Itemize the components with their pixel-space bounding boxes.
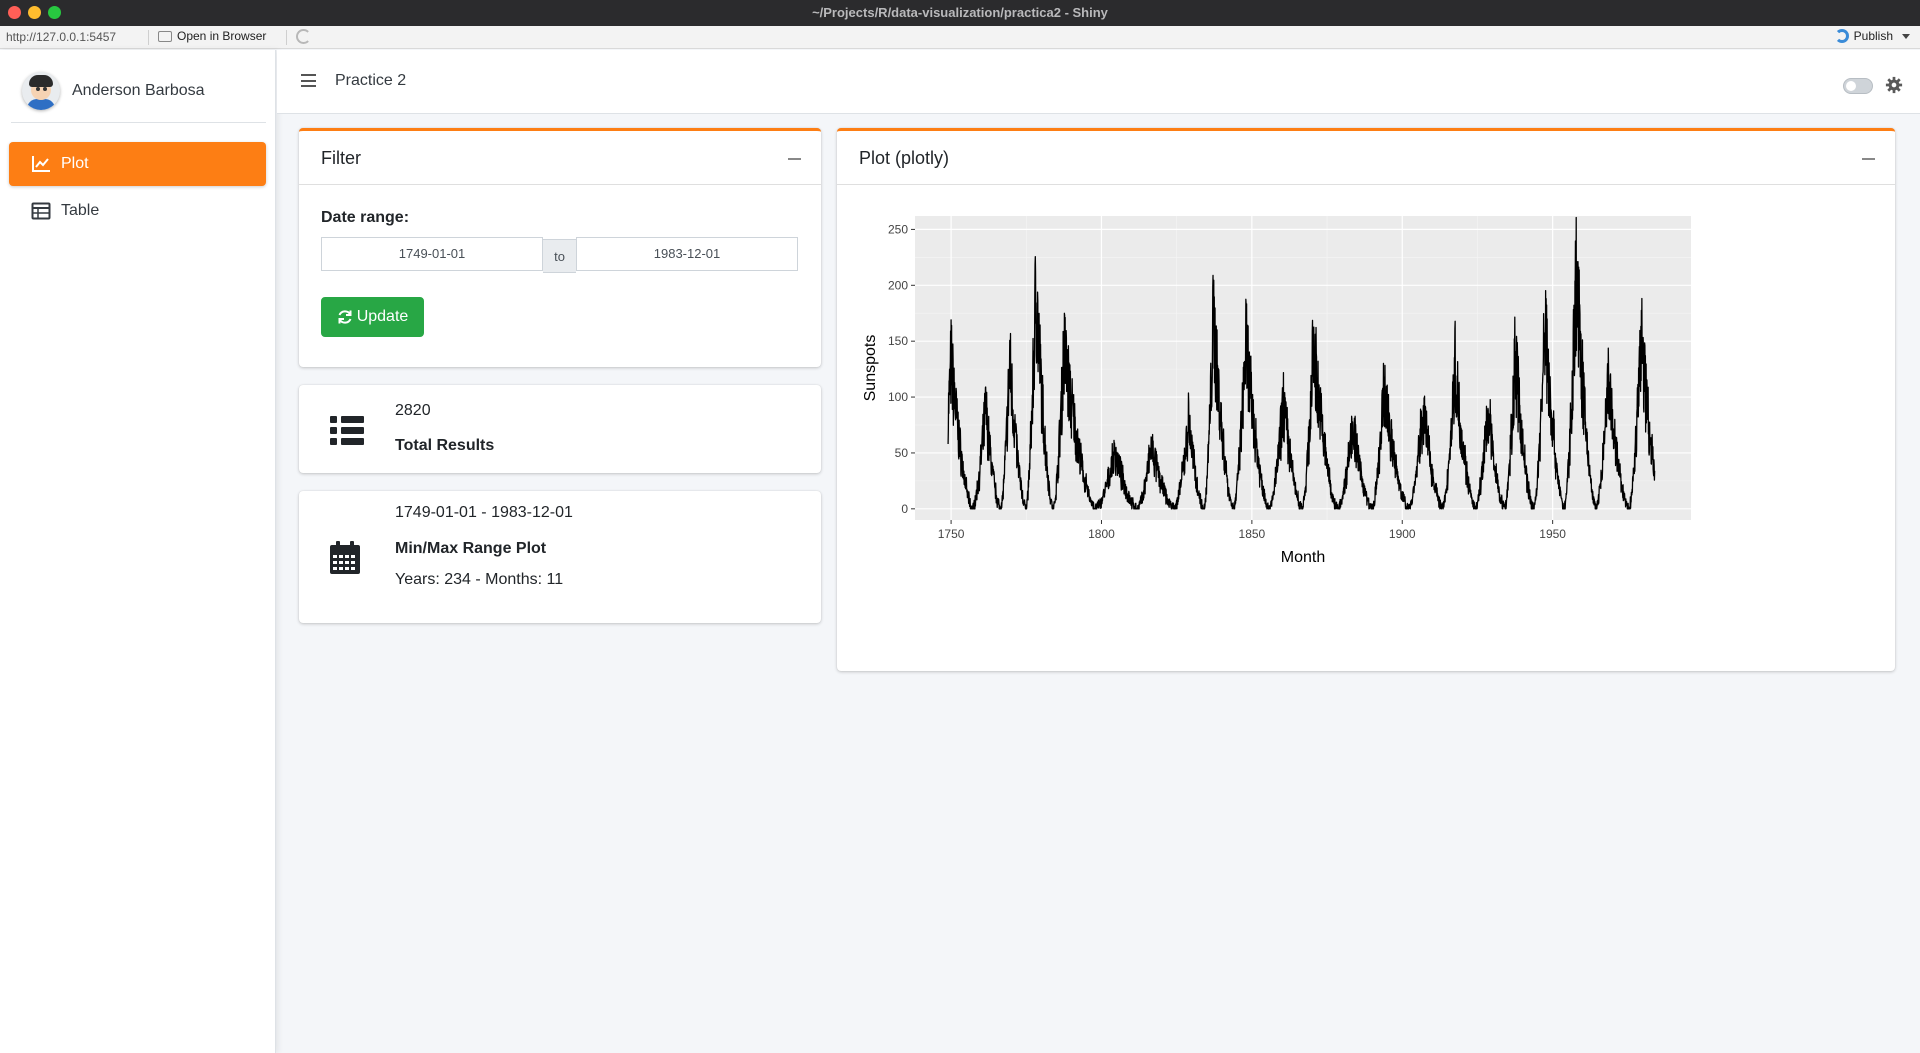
list-icon: [330, 416, 364, 445]
refresh-icon: [338, 310, 352, 324]
x-tick-label: 1750: [938, 527, 965, 541]
user-name: Anderson Barbosa: [72, 82, 205, 99]
viewer-toolbar: http://127.0.0.1:5457 Open in Browser Pu…: [0, 26, 1920, 49]
toolbar-divider: [148, 30, 149, 45]
sidebar-item-label: Table: [61, 202, 100, 219]
page-title: Practice 2: [335, 72, 407, 89]
total-results-label: Total Results: [395, 437, 495, 454]
browser-icon: [158, 30, 172, 42]
menu-toggle-icon[interactable]: [301, 74, 316, 87]
x-tick-label: 1850: [1239, 527, 1266, 541]
sidebar-item-label: Plot: [61, 155, 89, 172]
sidebar: Anderson Barbosa Plot Table: [0, 50, 276, 1053]
y-tick-label: 100: [888, 390, 908, 404]
publish-icon: [1834, 29, 1849, 43]
filter-body: Date range: 1749-01-01 to 1983-12-01 Upd…: [299, 185, 821, 361]
y-tick-label: 50: [895, 446, 909, 460]
card-header: Plot (plotly): [837, 131, 1895, 185]
total-results-box: 2820 Total Results: [299, 385, 821, 473]
y-tick-label: 200: [888, 278, 908, 292]
gear-icon[interactable]: [1885, 76, 1903, 94]
calendar-icon: [330, 541, 360, 574]
date-range-separator: to: [543, 239, 576, 273]
range-box-label: Min/Max Range Plot: [395, 540, 547, 557]
dark-mode-toggle[interactable]: [1843, 78, 1873, 94]
collapse-icon[interactable]: [1862, 158, 1875, 160]
card-title: Plot (plotly): [859, 148, 950, 168]
window-title: ~/Projects/R/data-visualization/practica…: [812, 5, 1108, 20]
user-panel[interactable]: Anderson Barbosa: [11, 60, 266, 123]
publish-label: Publish: [1853, 29, 1893, 43]
window-titlebar: ~/Projects/R/data-visualization/practica…: [0, 0, 1920, 26]
avatar: [22, 72, 60, 110]
refresh-icon[interactable]: [296, 29, 311, 44]
sunspots-plot[interactable]: 0 50 100 150 200 250 1750 1800 1850 1900 1950 Mont…: [837, 185, 1895, 671]
card-header: Filter: [299, 131, 821, 185]
y-axis-label: Sunspots: [862, 335, 879, 402]
total-results-value: 2820: [395, 402, 431, 419]
end-date-input[interactable]: 1983-12-01: [576, 237, 798, 271]
publish-button[interactable]: Publish: [1834, 29, 1910, 43]
update-button[interactable]: Update: [321, 297, 424, 337]
date-range-input: 1749-01-01 to 1983-12-01: [321, 237, 799, 273]
toolbar-divider: [286, 30, 287, 45]
card-title: Filter: [321, 148, 361, 168]
open-in-browser-button[interactable]: Open in Browser: [158, 29, 266, 43]
y-tick-label: 250: [888, 222, 908, 236]
range-box-detail: Years: 234 - Months: 11: [395, 571, 564, 588]
filter-card: Filter Date range: 1749-01-01 to 1983-12…: [299, 128, 821, 367]
x-tick-label: 1950: [1539, 527, 1566, 541]
update-button-label: Update: [356, 308, 409, 325]
zoom-window-button[interactable]: [48, 6, 61, 19]
sidebar-nav: Plot Table: [9, 142, 266, 236]
top-navbar: Practice 2: [277, 50, 1920, 114]
x-axis-label: Month: [1281, 549, 1325, 566]
x-tick-label: 1900: [1389, 527, 1416, 541]
open-in-browser-label: Open in Browser: [177, 29, 267, 43]
y-tick-label: 0: [901, 502, 908, 516]
sidebar-item-table[interactable]: Table: [9, 189, 266, 233]
date-range-label: Date range:: [321, 209, 410, 226]
y-tick-label: 150: [888, 334, 908, 348]
chevron-down-icon[interactable]: [1902, 33, 1910, 39]
minimize-window-button[interactable]: [28, 6, 41, 19]
table-icon: [31, 202, 51, 220]
x-tick-label: 1800: [1088, 527, 1115, 541]
range-box: 1749-01-01 - 1983-12-01 Min/Max Range Pl…: [299, 491, 821, 623]
viewer-url: http://127.0.0.1:5457: [6, 30, 117, 44]
close-window-button[interactable]: [8, 6, 21, 19]
sidebar-item-plot[interactable]: Plot: [9, 142, 266, 186]
collapse-icon[interactable]: [788, 158, 801, 160]
start-date-input[interactable]: 1749-01-01: [321, 237, 543, 271]
line-chart-icon: [32, 156, 50, 172]
date-range-value: 1749-01-01 - 1983-12-01: [395, 504, 573, 521]
plot-card: Plot (plotly) 0 50 100 150 200 250 1750 1800 185…: [837, 128, 1895, 671]
